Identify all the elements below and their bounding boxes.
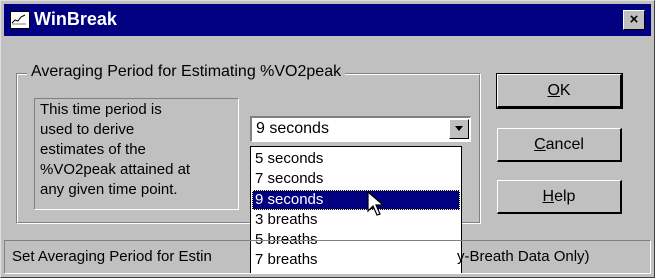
window-title: WinBreak	[34, 9, 117, 29]
status-text-left: Set Averaging Period for Estin	[12, 248, 212, 265]
cancel-button[interactable]: Cancel	[497, 128, 622, 162]
chart-icon	[10, 11, 30, 29]
mouse-pointer-icon	[367, 191, 385, 216]
status-text-right: y-Breath Data Only)	[457, 248, 590, 265]
description-line: used to derive	[40, 121, 135, 138]
dropdown-option-selected[interactable]: 9 seconds	[252, 190, 460, 210]
help-button[interactable]: Help	[497, 180, 622, 214]
description-box: This time period is used to derive estim…	[34, 98, 239, 210]
description-line: This time period is	[40, 101, 162, 118]
dropdown-option[interactable]: 7 seconds	[252, 169, 460, 189]
description-line: estimates of the	[40, 141, 146, 158]
select-value: 9 seconds	[256, 120, 329, 137]
dropdown-button[interactable]	[449, 119, 469, 139]
dropdown-option[interactable]: 3 breaths	[252, 210, 460, 230]
cancel-mnemonic: C	[534, 136, 546, 153]
dropdown-option[interactable]: 5 seconds	[252, 149, 460, 169]
winbreak-dialog: WinBreak × Averaging Period for Estimati…	[0, 0, 655, 278]
ok-label-rest: K	[559, 82, 571, 99]
close-icon: ×	[629, 11, 639, 28]
ok-button[interactable]: OK	[496, 73, 623, 109]
chevron-down-icon	[455, 126, 463, 131]
close-button[interactable]: ×	[623, 10, 645, 30]
status-bar: Set Averaging Period for Estin y-Breath …	[4, 240, 651, 274]
description-line: any given time point.	[40, 181, 178, 198]
ok-mnemonic: O	[547, 82, 560, 99]
title-bar[interactable]: WinBreak ×	[4, 4, 651, 36]
group-label: Averaging Period for Estimating %VO2peak	[27, 63, 346, 81]
help-mnemonic: H	[542, 188, 555, 205]
averaging-period-select[interactable]: 9 seconds	[250, 116, 471, 142]
cancel-label-rest: ancel	[545, 136, 584, 153]
description-line: %VO2peak attained at	[40, 161, 191, 178]
help-label-rest: elp	[554, 188, 576, 205]
